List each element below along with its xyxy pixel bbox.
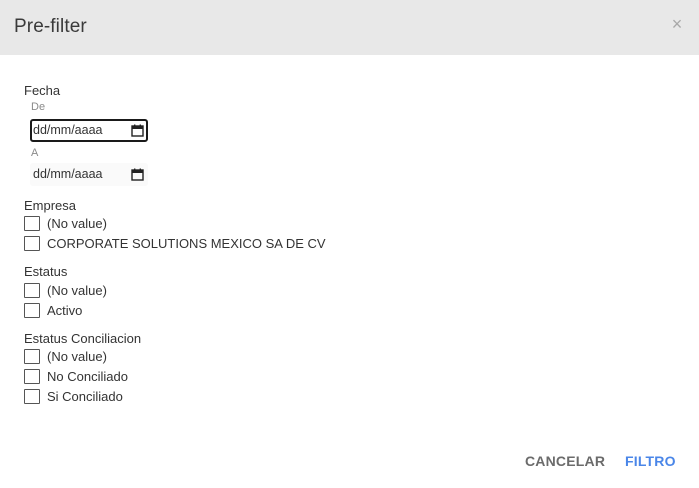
date-from-value: dd/mm/aaaa (33, 123, 103, 137)
date-to-input[interactable]: dd/mm/aaaa (30, 163, 148, 186)
calendar-icon[interactable] (131, 124, 144, 137)
close-icon[interactable]: × (667, 13, 687, 35)
filter-button[interactable]: FILTRO (625, 453, 676, 469)
calendar-icon[interactable] (131, 168, 144, 181)
empresa-no-value-checkbox[interactable] (24, 216, 40, 231)
date-to-label: A (31, 147, 39, 159)
estatus-conciliacion-label: Estatus Conciliacion (24, 331, 142, 346)
cancel-button[interactable]: CANCELAR (525, 453, 605, 469)
dialog-header: Pre-filter × (0, 0, 699, 55)
conciliacion-no-value-label: (No value) (47, 349, 107, 364)
conciliacion-no-conciliado-checkbox[interactable] (24, 369, 40, 384)
conciliacion-no-conciliado-label: No Conciliado (47, 369, 128, 384)
date-from-input[interactable]: dd/mm/aaaa (30, 119, 148, 142)
empresa-label: Empresa (24, 198, 77, 213)
fecha-label: Fecha (24, 83, 61, 98)
date-to-value: dd/mm/aaaa (33, 167, 103, 181)
empresa-corporate-label: CORPORATE SOLUTIONS MEXICO SA DE CV (47, 236, 326, 251)
pre-filter-dialog: Pre-filter × Fecha De dd/mm/aaaa A dd/mm… (0, 0, 699, 488)
conciliacion-si-conciliado-checkbox[interactable] (24, 389, 40, 404)
estatus-activo-checkbox[interactable] (24, 303, 40, 318)
estatus-label: Estatus (24, 264, 68, 279)
estatus-activo-label: Activo (47, 303, 83, 318)
empresa-corporate-checkbox[interactable] (24, 236, 40, 251)
dialog-title: Pre-filter (14, 16, 87, 37)
conciliacion-no-value-checkbox[interactable] (24, 349, 40, 364)
empresa-no-value-label: (No value) (47, 216, 107, 231)
estatus-no-value-checkbox[interactable] (24, 283, 40, 298)
conciliacion-si-conciliado-label: Si Conciliado (47, 389, 123, 404)
estatus-no-value-label: (No value) (47, 283, 107, 298)
date-from-label: De (31, 101, 46, 113)
